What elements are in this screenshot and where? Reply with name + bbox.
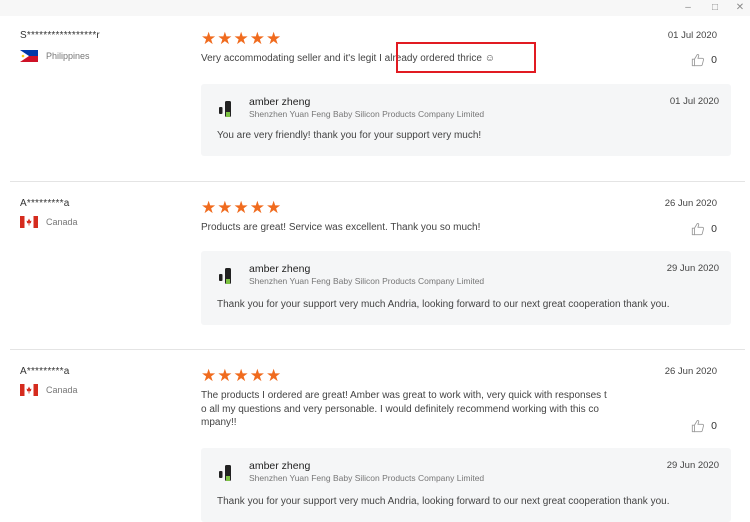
close-button[interactable]: ✕: [733, 1, 747, 14]
review-item: A*********a Canada ★★★★★ 26 Jun 2020 Pro…: [10, 181, 745, 349]
like-count: 0: [711, 54, 717, 66]
reply-date: 29 Jun 2020: [666, 263, 719, 274]
maximize-button[interactable]: □: [708, 1, 722, 14]
seller-company: Shenzhen Yuan Feng Baby Silicon Products…: [249, 276, 485, 286]
review-item: A*********a Canada ★★★★★ 26 Jun 2020 The…: [10, 349, 745, 522]
seller-name: amber zheng: [249, 263, 311, 275]
highlight-annotation-box: [396, 42, 536, 73]
review-item: S*****************r Philippines ★★★★★ 01…: [10, 16, 745, 180]
like-button[interactable]: 0: [691, 419, 717, 433]
like-button[interactable]: 0: [691, 222, 717, 236]
seller-reply: amber zheng Shenzhen Yuan Feng Baby Sili…: [201, 84, 731, 156]
star-rating: ★★★★★: [201, 29, 283, 48]
star-rating: ★★★★★: [201, 366, 283, 385]
review-date: 26 Jun 2020: [664, 198, 717, 209]
seller-logo-icon: [219, 268, 231, 284]
buyer-name: A*********a: [20, 198, 70, 209]
buyer-country: Canada: [20, 216, 78, 228]
review-text-line: mpany!!: [201, 417, 237, 428]
seller-name: amber zheng: [249, 460, 311, 472]
philippines-flag-icon: [20, 50, 38, 62]
buyer-country: Philippines: [20, 50, 90, 62]
seller-company: Shenzhen Yuan Feng Baby Silicon Products…: [249, 109, 485, 119]
like-count: 0: [711, 223, 717, 235]
seller-logo-icon: [219, 101, 231, 117]
seller-logo-icon: [219, 465, 231, 481]
thumbs-up-icon: [692, 223, 705, 236]
review-text-line: The products I ordered are great! Amber …: [201, 390, 607, 401]
review-text-part: Very accommodating seller and it's legit: [201, 53, 380, 64]
like-button[interactable]: 0: [691, 53, 717, 67]
minimize-button[interactable]: –: [681, 1, 695, 14]
reply-text: Thank you for your support very much And…: [217, 496, 670, 507]
country-label: Canada: [46, 217, 78, 227]
review-date: 26 Jun 2020: [664, 366, 717, 377]
canada-flag-icon: [20, 384, 38, 396]
country-label: Canada: [46, 385, 78, 395]
seller-company: Shenzhen Yuan Feng Baby Silicon Products…: [249, 473, 485, 483]
buyer-name: S*****************r: [20, 30, 100, 41]
buyer-country: Canada: [20, 384, 78, 396]
window-titlebar: – □ ✕: [0, 0, 750, 16]
star-rating: ★★★★★: [201, 198, 283, 217]
reply-date: 01 Jul 2020: [669, 96, 719, 107]
reply-text: You are very friendly! thank you for you…: [217, 130, 482, 141]
reply-date: 29 Jun 2020: [666, 460, 719, 471]
like-count: 0: [711, 420, 717, 432]
canada-flag-icon: [20, 216, 38, 228]
thumbs-up-icon: [692, 54, 705, 67]
review-date: 01 Jul 2020: [667, 30, 717, 41]
review-text: The products I ordered are great! Amber …: [201, 389, 646, 430]
seller-reply: amber zheng Shenzhen Yuan Feng Baby Sili…: [201, 251, 731, 325]
country-label: Philippines: [46, 51, 90, 61]
review-text: Products are great! Service was excellen…: [201, 222, 481, 233]
buyer-name: A*********a: [20, 366, 70, 377]
review-text-line: o all my questions and very personable. …: [201, 403, 599, 415]
seller-reply: amber zheng Shenzhen Yuan Feng Baby Sili…: [201, 448, 731, 522]
reply-text: Thank you for your support very much And…: [217, 299, 670, 310]
thumbs-up-icon: [692, 420, 705, 433]
seller-name: amber zheng: [249, 96, 311, 108]
